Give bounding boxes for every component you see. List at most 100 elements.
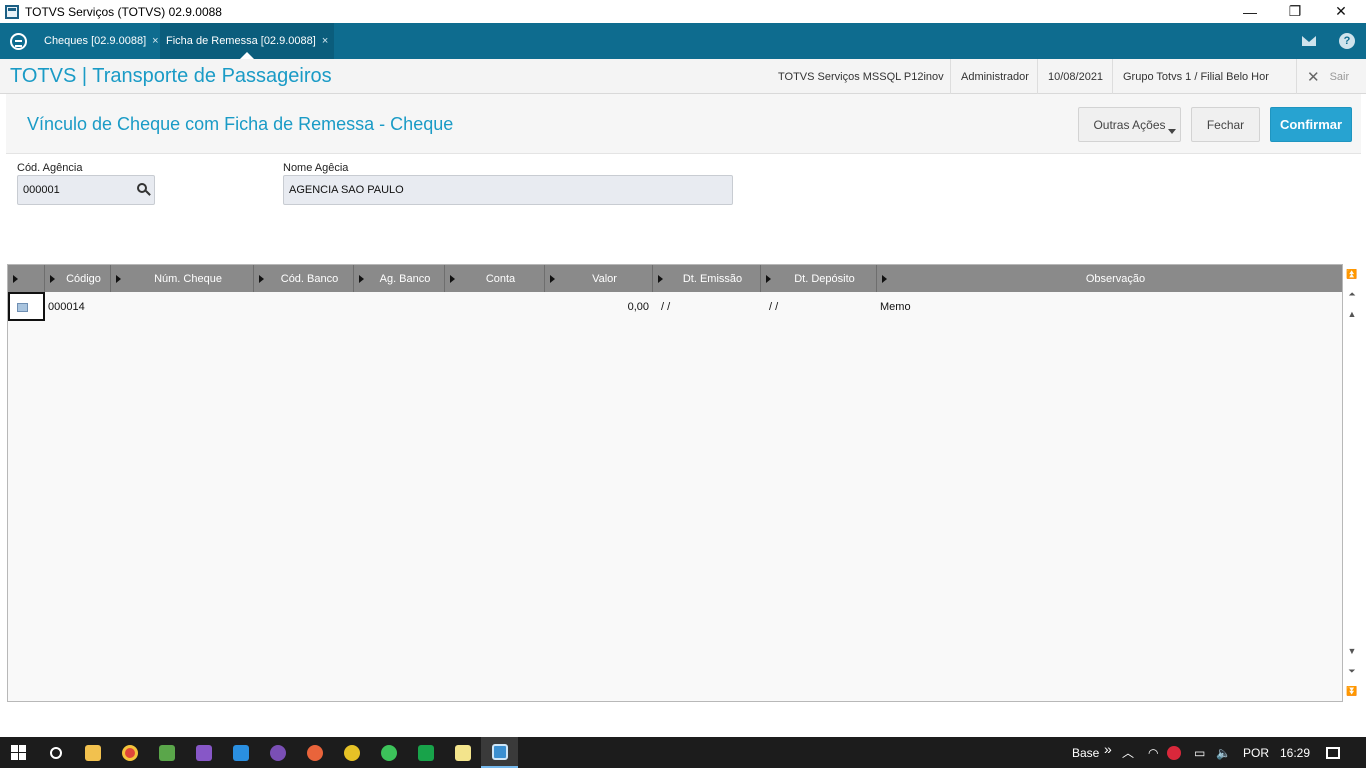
sort-arrow-icon (882, 275, 887, 283)
column-header[interactable]: Dt. Depósito (761, 265, 877, 292)
agency-code-value: 000001 (23, 184, 60, 196)
chat-icon[interactable] (407, 737, 444, 768)
column-header[interactable]: Conta (445, 265, 545, 292)
tab-label: Cheques [02.9.0088] (44, 35, 147, 47)
grid-header: Código Núm. Cheque Cód. Banco Ag. Banco … (8, 265, 1342, 292)
column-label: Cód. Banco (280, 272, 339, 285)
confirm-button[interactable]: Confirmar (1270, 107, 1352, 142)
agency-name-value: AGENCIA SAO PAULO (289, 184, 404, 196)
cell-dt-emissao: / / (661, 300, 671, 313)
mail-icon[interactable] (1300, 32, 1318, 50)
close-window-button[interactable]: ✕ (1318, 0, 1364, 23)
close-form-button[interactable]: Fechar (1191, 107, 1260, 142)
search-taskbar-icon[interactable] (37, 737, 74, 768)
module-title: TOTVS | Transporte de Passageiros (10, 65, 332, 87)
exit-button[interactable]: ✕ Sair (1296, 59, 1359, 94)
notifications-icon[interactable] (1322, 737, 1344, 768)
column-header[interactable]: Valor (545, 265, 653, 292)
github-icon[interactable] (259, 737, 296, 768)
window-titlebar: TOTVS Serviços (TOTVS) 02.9.0088 — ❐ ✕ (0, 0, 1366, 23)
start-button[interactable] (0, 737, 37, 768)
scroll-up-icon[interactable]: ▲ (1347, 308, 1357, 320)
notepad-icon[interactable] (444, 737, 481, 768)
vpn-icon[interactable] (1163, 737, 1185, 768)
scroll-page-up-icon[interactable]: ⏶ (1347, 288, 1357, 300)
close-icon: ✕ (1307, 68, 1320, 86)
agency-code-field[interactable]: 000001 (17, 175, 155, 205)
cheque-grid[interactable]: Código Núm. Cheque Cód. Banco Ag. Banco … (7, 264, 1343, 702)
cell-valor: 0,00 (627, 300, 649, 313)
column-header[interactable]: Código (45, 265, 111, 292)
agency-code-label: Cód. Agência (17, 162, 83, 174)
tab-cheques[interactable]: Cheques [02.9.0088] × (38, 23, 165, 59)
language-bar-label[interactable]: Base (1072, 737, 1099, 768)
tab-label: Ficha de Remessa [02.9.0088] (166, 35, 316, 47)
help-icon[interactable]: ? (1338, 32, 1356, 50)
wifi-icon[interactable]: ◠ (1148, 737, 1158, 768)
column-label: Observação (1085, 272, 1146, 285)
scroll-bottom-icon[interactable]: ⏬ (1346, 685, 1357, 697)
branch-label: Grupo Totvs 1 / Filial Belo Hor (1112, 59, 1279, 94)
environment-label: TOTVS Serviços MSSQL P12inov (778, 70, 944, 83)
clock-label[interactable]: 16:29 (1280, 737, 1310, 768)
vertical-scrollbar[interactable]: ⏫ ⏶ ▲ ▼ ⏷ ⏬ (1343, 264, 1361, 702)
scroll-page-down-icon[interactable]: ⏷ (1347, 665, 1357, 677)
column-label: Valor (592, 272, 617, 285)
column-header[interactable]: Ag. Banco (354, 265, 445, 292)
sort-arrow-icon (658, 275, 663, 283)
agency-name-field[interactable]: AGENCIA SAO PAULO (283, 175, 733, 205)
window-title: TOTVS Serviços (TOTVS) 02.9.0088 (25, 4, 222, 19)
totvs-logo-icon[interactable] (10, 33, 27, 50)
tab-bar: Cheques [02.9.0088] × Ficha de Remessa [… (0, 23, 1366, 59)
tab-close-icon[interactable]: × (322, 35, 328, 47)
column-label: Dt. Depósito (794, 272, 855, 285)
vscode-icon[interactable] (222, 737, 259, 768)
paint-icon[interactable] (148, 737, 185, 768)
cell-observacao: Memo (880, 300, 911, 313)
column-header[interactable]: Núm. Cheque (111, 265, 254, 292)
search-icon[interactable] (137, 183, 147, 193)
maximize-button[interactable]: ❐ (1272, 0, 1318, 23)
form-header: Vínculo de Cheque com Ficha de Remessa -… (6, 94, 1361, 154)
windows-taskbar: Base » ︿ ◠ ▭ 🔈 POR 16:29 (0, 737, 1366, 768)
tab-ficha-de-remessa[interactable]: Ficha de Remessa [02.9.0088] × (160, 23, 335, 59)
sort-arrow-icon (116, 275, 121, 283)
chevron-down-icon (1168, 129, 1176, 134)
module-header: TOTVS | Transporte de Passageiros TOTVS … (0, 59, 1366, 94)
more-chevron-icon[interactable]: » (1104, 733, 1112, 764)
battery-icon[interactable]: ▭ (1194, 737, 1205, 768)
scroll-top-icon[interactable]: ⏫ (1346, 268, 1357, 280)
sort-arrow-icon (50, 275, 55, 283)
file-explorer-icon[interactable] (74, 737, 111, 768)
cell-dt-deposito: / / (769, 300, 779, 313)
app-orange-icon[interactable] (296, 737, 333, 768)
chrome-icon[interactable] (111, 737, 148, 768)
column-header[interactable]: Cód. Banco (254, 265, 354, 292)
locale-label[interactable]: POR (1243, 737, 1269, 768)
app-yellow-icon[interactable] (333, 737, 370, 768)
date-label: 10/08/2021 (1037, 59, 1113, 94)
scroll-down-icon[interactable]: ▼ (1347, 645, 1357, 657)
column-label: Ag. Banco (379, 272, 431, 285)
checkbox-icon (17, 303, 28, 312)
other-actions-button[interactable]: Outras Ações (1078, 107, 1181, 142)
page-title: Vínculo de Cheque com Ficha de Remessa -… (27, 114, 454, 134)
volume-icon[interactable]: 🔈 (1216, 737, 1231, 768)
column-header[interactable]: Observação (877, 265, 1342, 292)
exit-label: Sair (1329, 70, 1350, 83)
sort-arrow-icon (359, 275, 364, 283)
sort-arrow-icon (259, 275, 264, 283)
grid-select-column[interactable] (8, 265, 45, 292)
minimize-button[interactable]: — (1227, 0, 1273, 23)
row-select-checkbox[interactable] (8, 292, 45, 321)
totvs-app-taskbar-icon[interactable] (481, 737, 518, 768)
whatsapp-icon[interactable] (370, 737, 407, 768)
sort-arrow-icon (13, 275, 18, 283)
chevron-up-icon[interactable]: ︿ (1122, 737, 1134, 768)
tab-close-icon[interactable]: × (152, 35, 158, 47)
visual-studio-icon[interactable] (185, 737, 222, 768)
column-label: Núm. Cheque (154, 272, 222, 285)
column-label: Dt. Emissão (682, 272, 743, 285)
column-header[interactable]: Dt. Emissão (653, 265, 761, 292)
table-row[interactable]: 000014 0,00 / / / / Memo (8, 292, 1342, 321)
